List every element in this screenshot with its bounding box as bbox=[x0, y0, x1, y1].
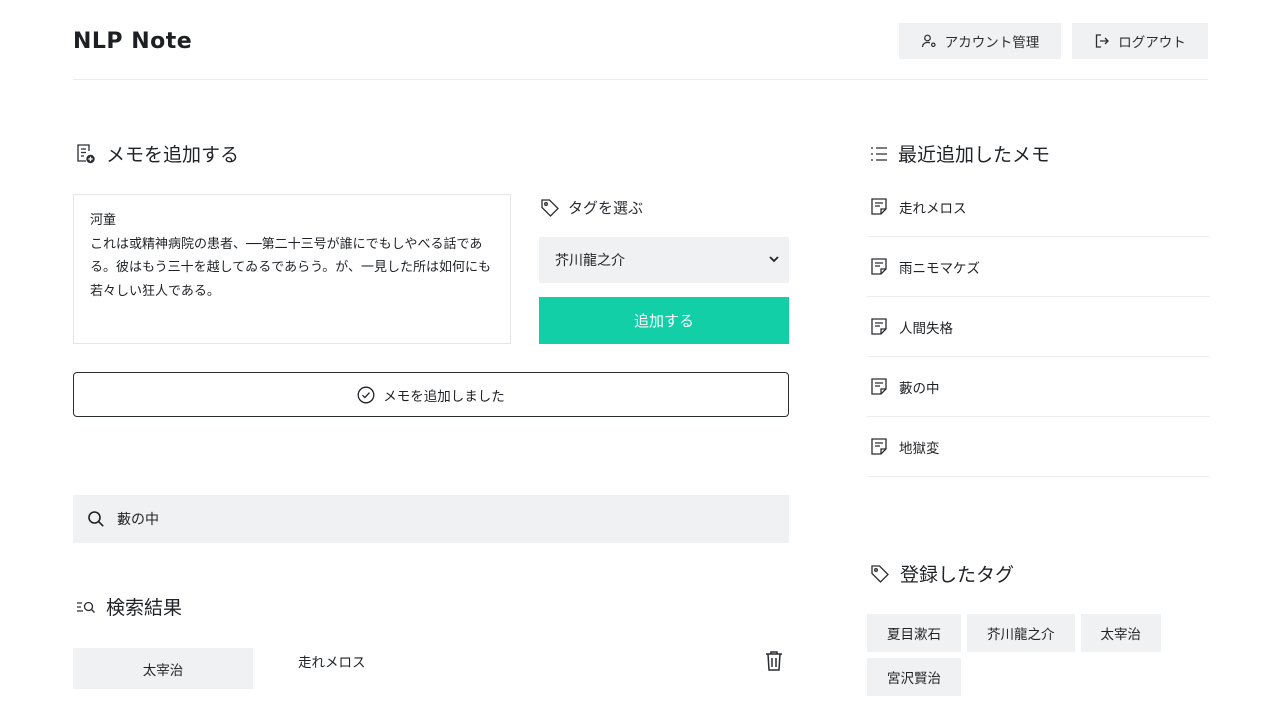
user-gear-icon bbox=[921, 34, 936, 48]
success-message-text: メモを追加しました bbox=[383, 388, 505, 405]
tag-chip[interactable]: 夏目漱石 bbox=[867, 614, 961, 652]
logo-text: NLP Note bbox=[73, 28, 193, 54]
search-icon bbox=[88, 511, 104, 527]
recent-memo-title: 地獄変 bbox=[899, 440, 940, 457]
add-memo-button[interactable]: 追加する bbox=[539, 297, 789, 344]
logo[interactable]: NLP Note bbox=[73, 28, 192, 54]
search-input[interactable] bbox=[117, 511, 717, 527]
registered-tags-heading: 登録したタグ bbox=[870, 560, 1014, 587]
logout-button-label: ログアウト bbox=[1118, 35, 1186, 50]
recent-memo-title: 雨ニモマケズ bbox=[899, 260, 980, 277]
tag-list: 夏目漱石 芥川龍之介 太宰治 宮沢賢治 bbox=[867, 614, 1210, 696]
search-list-icon bbox=[77, 601, 95, 613]
registered-tags-title: 登録したタグ bbox=[900, 564, 1015, 586]
tag-select-value: 芥川龍之介 bbox=[555, 253, 625, 269]
logout-icon bbox=[1096, 34, 1110, 48]
logout-button[interactable]: ログアウト bbox=[1072, 23, 1208, 59]
memo-add-icon bbox=[77, 143, 95, 163]
recent-memos-heading: 最近追加したメモ bbox=[870, 140, 1050, 167]
tag-select-label-text: タグを選ぶ bbox=[568, 199, 644, 217]
recent-memo-title: 藪の中 bbox=[899, 380, 940, 397]
recent-memo-item[interactable]: 人間失格 bbox=[867, 297, 1210, 357]
note-icon bbox=[871, 438, 887, 455]
note-icon bbox=[871, 318, 887, 335]
search-results-heading: 検索結果 bbox=[76, 593, 182, 620]
recent-memos-title: 最近追加したメモ bbox=[898, 144, 1051, 166]
recent-memo-item[interactable]: 走れメロス bbox=[867, 177, 1210, 237]
delete-button[interactable] bbox=[764, 650, 784, 676]
app-header: NLP Note アカウント管理 ログアウト bbox=[73, 0, 1208, 80]
recent-memo-item[interactable]: 地獄変 bbox=[867, 417, 1210, 477]
add-memo-heading: メモを追加する bbox=[76, 140, 239, 167]
note-icon bbox=[871, 198, 887, 215]
recent-memo-item[interactable]: 雨ニモマケズ bbox=[867, 237, 1210, 297]
tag-chip[interactable]: 芥川龍之介 bbox=[967, 614, 1075, 652]
recent-memo-item[interactable]: 藪の中 bbox=[867, 357, 1210, 417]
list-icon bbox=[871, 146, 887, 161]
note-icon bbox=[871, 378, 887, 395]
trash-icon bbox=[766, 651, 782, 671]
check-circle-icon bbox=[357, 386, 375, 403]
result-tag-chip[interactable]: 太宰治 bbox=[73, 648, 253, 689]
memo-title-text: 河童 bbox=[90, 213, 117, 228]
account-button-label: アカウント管理 bbox=[944, 35, 1040, 50]
tag-chip[interactable]: 太宰治 bbox=[1080, 614, 1161, 652]
result-memo-title[interactable]: 走れメロス bbox=[298, 651, 366, 671]
search-results-title: 検索結果 bbox=[106, 597, 183, 619]
tag-icon bbox=[871, 564, 889, 583]
recent-memo-list: 走れメロス 雨ニモマケズ 人間失格 藪の中 地獄変 bbox=[867, 177, 1210, 477]
memo-body-text: これは或精神病院の患者、──第二十三号が誰にでもしやべる話である。彼はもう三十を… bbox=[90, 236, 492, 299]
chevron-down-icon bbox=[769, 256, 779, 263]
memo-textarea[interactable]: 河童 これは或精神病院の患者、──第二十三号が誰にでもしやべる話である。彼はもう… bbox=[73, 194, 511, 344]
tag-chip[interactable]: 宮沢賢治 bbox=[867, 658, 961, 696]
account-button[interactable]: アカウント管理 bbox=[899, 23, 1061, 59]
add-memo-title: メモを追加する bbox=[106, 144, 240, 166]
note-icon bbox=[871, 258, 887, 275]
success-message: メモを追加しました bbox=[73, 372, 789, 417]
tag-select-label: タグを選ぶ bbox=[540, 197, 643, 218]
tag-icon bbox=[541, 198, 559, 217]
recent-memo-title: 走れメロス bbox=[899, 200, 967, 217]
tag-select[interactable]: 芥川龍之介 bbox=[539, 237, 789, 283]
recent-memo-title: 人間失格 bbox=[899, 320, 953, 337]
search-bar[interactable] bbox=[73, 495, 789, 543]
